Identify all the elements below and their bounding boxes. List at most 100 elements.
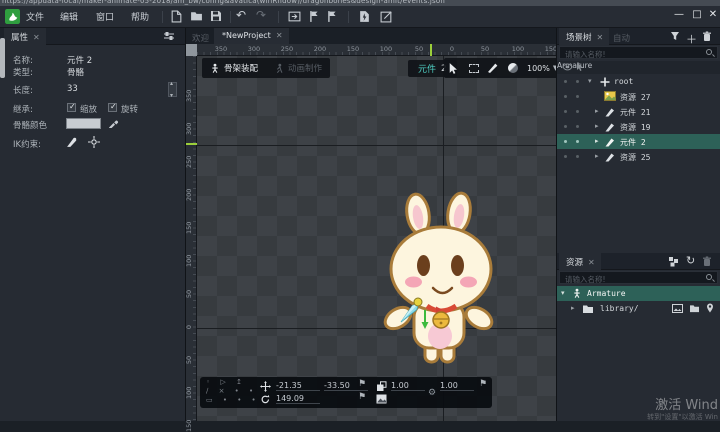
link-scale-gear-icon[interactable]: ⚙ (428, 388, 436, 398)
eye-icon[interactable] (562, 63, 572, 73)
add-icon[interactable]: ＋ (686, 31, 698, 43)
animation-mode-button[interactable]: 动画制作 (266, 58, 330, 78)
tree-row-element-21[interactable]: 元件 21 (557, 104, 720, 119)
lock-dot[interactable] (576, 80, 579, 83)
visibility-dot[interactable] (564, 125, 567, 128)
lock-dot[interactable] (576, 125, 579, 128)
tree-row-resource-27[interactable]: 资源 27 (557, 89, 720, 104)
length-value[interactable]: 33 (67, 84, 78, 94)
close-button[interactable]: ✕ (706, 9, 720, 20)
menu-window[interactable]: 窗口 (96, 10, 114, 23)
tree-row-element-2-selected[interactable]: 元件 2 (557, 134, 720, 149)
redo-icon[interactable]: ↷ (256, 8, 266, 22)
tab-scene-tree[interactable]: 场景树✕ (559, 28, 609, 45)
lock-dot[interactable] (576, 110, 579, 113)
new-file-icon[interactable] (170, 10, 184, 24)
cursor-tool-icon[interactable] (448, 62, 461, 75)
armature-mode-button[interactable]: 骨架装配 (202, 58, 266, 78)
location-pin-icon[interactable] (706, 303, 716, 313)
menu-file[interactable]: 文件 (26, 10, 44, 23)
lock-dot[interactable] (576, 95, 579, 98)
zoom-value[interactable]: 100% (527, 64, 550, 73)
transform-scale-x-value[interactable]: 1.00 (391, 381, 425, 391)
image-slot-icon[interactable] (376, 394, 387, 405)
blocks-icon[interactable] (668, 256, 680, 268)
tree-row-resource-19[interactable]: 资源 19 (557, 119, 720, 134)
select-cursor-icon[interactable] (576, 62, 586, 72)
minimize-button[interactable]: — (672, 9, 686, 20)
inherit-scale-checkbox[interactable] (67, 103, 76, 112)
pose-tool-icon[interactable] (487, 62, 500, 75)
visibility-dot[interactable] (564, 155, 567, 158)
eyedropper-icon[interactable] (108, 117, 120, 129)
close-tab-icon[interactable]: ✕ (276, 31, 283, 40)
chevron-down-icon[interactable] (588, 77, 592, 85)
export-flag-icon-2[interactable] (326, 10, 340, 24)
edit-square-icon[interactable] (380, 10, 394, 24)
image-icon[interactable] (672, 304, 682, 314)
import-icon[interactable] (288, 10, 302, 24)
visibility-dot[interactable] (564, 140, 567, 143)
chevron-right-icon[interactable] (595, 137, 599, 145)
save-icon[interactable] (210, 10, 224, 24)
chevron-right-icon[interactable] (571, 304, 575, 312)
export-flag-icon[interactable] (308, 10, 322, 24)
close-tab-icon[interactable]: ✕ (588, 258, 595, 267)
keyframe-flag-icon[interactable]: ⚑ (479, 379, 487, 389)
tab-properties[interactable]: 属性✕ (4, 28, 46, 45)
maximize-button[interactable]: □ (690, 9, 704, 20)
chevron-right-icon[interactable] (595, 122, 599, 130)
panel-grip[interactable] (0, 38, 5, 78)
refresh-icon[interactable]: ↻ (686, 254, 698, 266)
close-tab-icon[interactable]: ✕ (597, 33, 604, 42)
resource-row-library[interactable]: library/ (557, 301, 720, 316)
name-value[interactable]: 元件 2 (67, 54, 92, 66)
menu-help[interactable]: 帮助 (131, 10, 149, 23)
close-tab-icon[interactable]: ✕ (33, 33, 40, 42)
texture-doc-icon[interactable] (358, 10, 372, 24)
ik-bone-icon[interactable] (66, 136, 78, 148)
toggle-grid-row3[interactable]: ▭ • • • (206, 396, 260, 405)
chevron-right-icon[interactable] (595, 152, 599, 160)
visibility-dot[interactable] (564, 110, 567, 113)
transform-scale-y-value[interactable]: 1.00 (440, 381, 474, 391)
ik-target-icon[interactable] (88, 136, 100, 148)
tab-project[interactable]: *NewProject✕ (214, 28, 289, 44)
trash-icon[interactable] (702, 31, 714, 43)
tree-row-root[interactable]: root (557, 74, 720, 89)
filter-icon[interactable] (670, 31, 682, 43)
stage-canvas[interactable] (197, 56, 556, 421)
resources-search-input[interactable]: 请输入名称! (559, 271, 718, 284)
menu-edit[interactable]: 编辑 (60, 10, 78, 23)
lock-dot[interactable] (576, 155, 579, 158)
lock-dot[interactable] (576, 140, 579, 143)
toggle-grid-row1[interactable]: ◦ ▷ ↥ (206, 378, 246, 387)
chevron-right-icon[interactable] (595, 107, 599, 115)
type-value: 骨骼 (67, 66, 84, 78)
open-folder-icon[interactable] (190, 10, 204, 24)
visibility-dot[interactable] (564, 95, 567, 98)
length-stepper[interactable] (168, 82, 177, 97)
transform-rotation-value[interactable]: 149.09 (276, 394, 320, 404)
tab-secondary[interactable]: 自动 (613, 32, 630, 44)
toggle-grid-row2[interactable]: ∕ × • • (206, 387, 257, 396)
scene-tree-search-input[interactable]: 请输入名称! (559, 46, 718, 59)
keyframe-flag-icon[interactable]: ⚑ (358, 392, 366, 402)
keyframe-flag-icon[interactable]: ⚑ (358, 379, 366, 389)
visibility-dot[interactable] (564, 80, 567, 83)
resource-row-armature[interactable]: Armature (557, 286, 720, 301)
tab-welcome[interactable]: 欢迎 (192, 32, 209, 44)
inherit-rotate-checkbox[interactable] (108, 103, 117, 112)
transform-x-value[interactable]: -21.35 (276, 381, 320, 391)
trash-icon[interactable] (702, 256, 714, 268)
rabbit-character[interactable] (380, 188, 500, 373)
tree-row-resource-25[interactable]: 资源 25 (557, 149, 720, 164)
folder-small-icon[interactable] (689, 304, 699, 314)
bone-color-swatch[interactable] (66, 118, 101, 129)
tab-resources[interactable]: 资源✕ (559, 253, 601, 270)
chevron-down-icon[interactable] (561, 289, 565, 297)
marquee-tool-icon[interactable] (469, 64, 479, 73)
background-toggle-icon[interactable] (508, 63, 518, 73)
panel-settings-icon[interactable] (163, 31, 175, 43)
undo-icon[interactable]: ↶ (236, 8, 246, 22)
